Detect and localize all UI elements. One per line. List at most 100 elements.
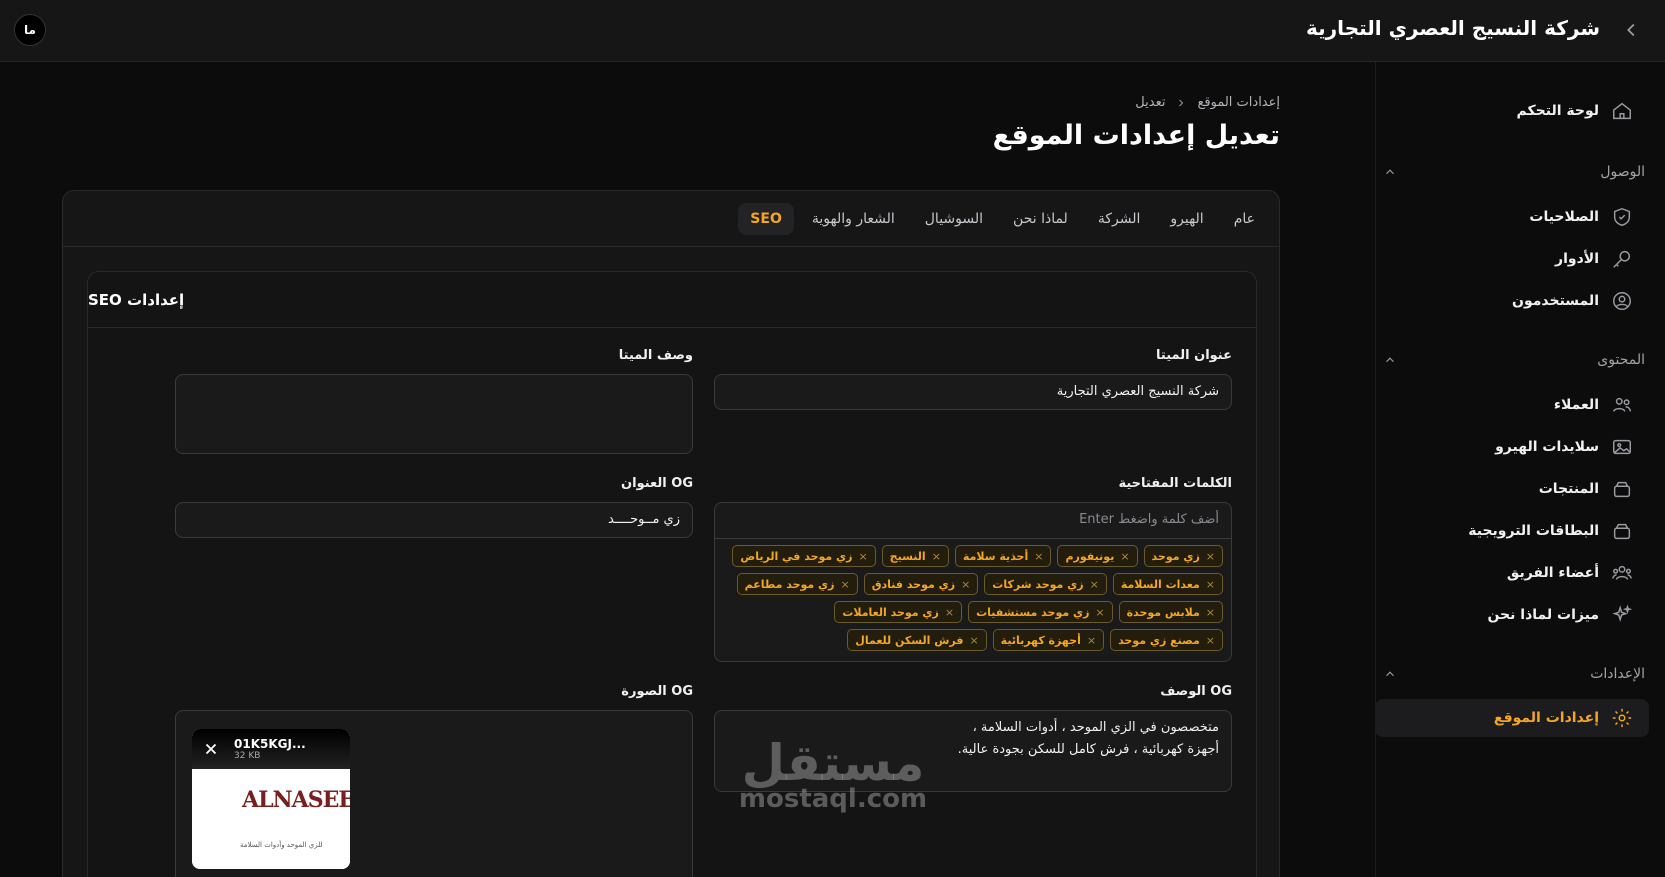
sidebar-group-settings[interactable]: الإعدادات bbox=[1375, 666, 1645, 682]
og-title-input[interactable]: زي مــوحــــد bbox=[175, 502, 693, 538]
keyword-chip[interactable]: فرش السكن للعمال × bbox=[847, 629, 987, 651]
tab-seo[interactable]: SEO bbox=[738, 202, 794, 235]
keyword-chip[interactable]: أحذية سلامة × bbox=[954, 545, 1052, 567]
box-icon bbox=[1613, 523, 1631, 540]
keyword-chip-label: معدات السلامة bbox=[1120, 577, 1200, 591]
breadcrumb-current: تعديل bbox=[1135, 95, 1166, 110]
close-icon[interactable] bbox=[202, 740, 220, 758]
image-icon bbox=[1613, 439, 1631, 455]
remove-keyword-icon[interactable]: × bbox=[1087, 634, 1096, 647]
og-description-label: OG الوصف bbox=[1160, 684, 1232, 699]
keyword-chip[interactable]: ملابس موحدة × bbox=[1118, 601, 1223, 623]
sidebar-item-products[interactable]: المنتجات bbox=[1375, 470, 1649, 508]
og-title-label: OG العنوان bbox=[621, 476, 693, 491]
meta-title-label: عنوان الميتا bbox=[1156, 348, 1232, 363]
keyword-chip[interactable]: زي موحد مطاعم × bbox=[736, 573, 858, 595]
sidebar-item-label: أعضاء الفريق bbox=[1506, 565, 1599, 581]
users-icon bbox=[1613, 397, 1631, 412]
remove-keyword-icon[interactable]: × bbox=[1095, 606, 1104, 619]
tab-logo-identity[interactable]: الشعار والهوية bbox=[800, 203, 907, 235]
tab-social[interactable]: السوشيال bbox=[913, 203, 995, 235]
keyword-chip[interactable]: زي موحد فنادق × bbox=[863, 573, 979, 595]
remove-keyword-icon[interactable]: × bbox=[969, 634, 978, 647]
remove-keyword-icon[interactable]: × bbox=[1120, 550, 1129, 563]
keyword-chip-label: زي موحد مطاعم bbox=[744, 577, 835, 591]
sidebar-item-dashboard[interactable]: لوحة التحكم bbox=[1375, 92, 1649, 130]
meta-title-input[interactable]: شركة النسيج العصري التجارية bbox=[714, 374, 1232, 410]
remove-keyword-icon[interactable]: × bbox=[1034, 550, 1043, 563]
sidebar-item-why-us[interactable]: ميزات لماذا نحن bbox=[1375, 596, 1649, 634]
chevron-left-icon[interactable] bbox=[1621, 19, 1643, 41]
sidebar-group-content[interactable]: المحتوى bbox=[1375, 352, 1645, 368]
remove-keyword-icon[interactable]: × bbox=[932, 550, 941, 563]
keyword-chip[interactable]: النسيج × bbox=[881, 545, 949, 567]
keyword-chip[interactable]: زي موحد شركات × bbox=[984, 573, 1107, 595]
keywords-field[interactable]: أضف كلمة واضغط Enter زي موحد × يونيفورم × أح… bbox=[714, 502, 1232, 662]
page-title: تعديل إعدادات الموقع bbox=[992, 120, 1280, 151]
keyword-chip-label: زي موحد شركات bbox=[992, 577, 1084, 591]
keyword-chip[interactable]: أجهزة كهربائية × bbox=[992, 629, 1105, 651]
keyword-chip[interactable]: زي موحد مستشفيات × bbox=[968, 601, 1113, 623]
sidebar-item-permissions[interactable]: الصلاحيات bbox=[1375, 198, 1649, 236]
remove-keyword-icon[interactable]: × bbox=[1206, 578, 1215, 591]
sidebar-item-promo-cards[interactable]: البطاقات الترويجية bbox=[1375, 512, 1649, 550]
chevron-up-icon bbox=[1386, 169, 1394, 175]
chevron-right-icon bbox=[1179, 99, 1184, 106]
og-image-dropzone[interactable]: 01K5KGJ... 32 KB ALNASEEJ للزي الموحد وأ… bbox=[175, 710, 693, 877]
tab-general[interactable]: عام bbox=[1222, 203, 1267, 235]
remove-keyword-icon[interactable]: × bbox=[1206, 606, 1215, 619]
tab-why-us[interactable]: لماذا نحن bbox=[1001, 203, 1080, 235]
sidebar-item-site-settings[interactable]: إعدادات الموقع bbox=[1375, 699, 1649, 737]
keyword-chip[interactable]: زي موحد في الرياض × bbox=[732, 545, 876, 567]
logo-image: ALNASEEJ للزي الموحد وأدوات السلامة bbox=[192, 769, 350, 869]
keyword-chip[interactable]: معدات السلامة × bbox=[1112, 573, 1223, 595]
keyword-chip[interactable]: يونيفورم × bbox=[1057, 545, 1138, 567]
remove-keyword-icon[interactable]: × bbox=[945, 606, 954, 619]
sidebar-item-label: البطاقات الترويجية bbox=[1468, 523, 1599, 539]
box-icon bbox=[1613, 481, 1631, 498]
user-circle-icon bbox=[1613, 292, 1631, 310]
key-icon bbox=[1613, 250, 1631, 268]
remove-keyword-icon[interactable]: × bbox=[858, 550, 867, 563]
keyword-chip[interactable]: زي موحد × bbox=[1143, 545, 1223, 567]
remove-keyword-icon[interactable]: × bbox=[840, 578, 849, 591]
keywords-label: الكلمات المفتاحية bbox=[1118, 476, 1232, 491]
sidebar-item-label: سلايدات الهيرو bbox=[1495, 439, 1599, 455]
keywords-input[interactable]: أضف كلمة واضغط Enter bbox=[715, 503, 1231, 539]
logo-text: ALNASEEJ bbox=[242, 787, 350, 813]
file-header: 01K5KGJ... 32 KB bbox=[192, 729, 350, 769]
keyword-chip-label: فرش السكن للعمال bbox=[855, 633, 964, 647]
keyword-chip[interactable]: زي موحد العاملات × bbox=[834, 601, 963, 623]
sidebar-item-clients[interactable]: العملاء bbox=[1375, 386, 1649, 424]
sidebar-group-access[interactable]: الوصول bbox=[1375, 164, 1645, 180]
tab-company[interactable]: الشركة bbox=[1086, 203, 1153, 235]
sidebar-item-label: المنتجات bbox=[1538, 481, 1599, 497]
sidebar-item-label: لوحة التحكم bbox=[1516, 103, 1599, 119]
file-size: 32 KB bbox=[234, 751, 261, 761]
avatar[interactable]: ما bbox=[14, 14, 46, 46]
breadcrumb: إعدادات الموقع تعديل bbox=[1135, 95, 1280, 110]
sidebar: لوحة التحكم الوصول الصلاحيات الأدوار الم… bbox=[1375, 62, 1665, 877]
keyword-chip-label: مصنع زي موحد bbox=[1118, 633, 1200, 647]
sidebar-item-users[interactable]: المستخدمون bbox=[1375, 282, 1649, 320]
keyword-chip-label: زي موحد bbox=[1151, 549, 1200, 563]
remove-keyword-icon[interactable]: × bbox=[961, 578, 970, 591]
sidebar-item-roles[interactable]: الأدوار bbox=[1375, 240, 1649, 278]
remove-keyword-icon[interactable]: × bbox=[1090, 578, 1099, 591]
home-icon bbox=[1613, 102, 1631, 120]
keyword-chip-label: زي موحد مستشفيات bbox=[976, 605, 1090, 619]
remove-keyword-icon[interactable]: × bbox=[1206, 634, 1215, 647]
shield-icon bbox=[1613, 207, 1631, 227]
remove-keyword-icon[interactable]: × bbox=[1206, 550, 1215, 563]
sidebar-item-label: المستخدمون bbox=[1512, 293, 1599, 309]
tab-hero[interactable]: الهيرو bbox=[1158, 203, 1215, 235]
top-bar: ما شركة النسيج العصري التجارية bbox=[0, 0, 1665, 62]
settings-card: عام الهيرو الشركة لماذا نحن السوشيال الش… bbox=[62, 190, 1280, 877]
meta-description-textarea[interactable] bbox=[175, 374, 693, 454]
keyword-chip[interactable]: مصنع زي موحد × bbox=[1110, 629, 1223, 651]
sidebar-item-team[interactable]: أعضاء الفريق bbox=[1375, 554, 1649, 592]
sidebar-item-label: ميزات لماذا نحن bbox=[1487, 607, 1599, 623]
breadcrumb-parent[interactable]: إعدادات الموقع bbox=[1197, 95, 1280, 110]
keyword-chip-label: زي موحد في الرياض bbox=[740, 549, 853, 563]
sidebar-item-hero-slides[interactable]: سلايدات الهيرو bbox=[1375, 428, 1649, 466]
